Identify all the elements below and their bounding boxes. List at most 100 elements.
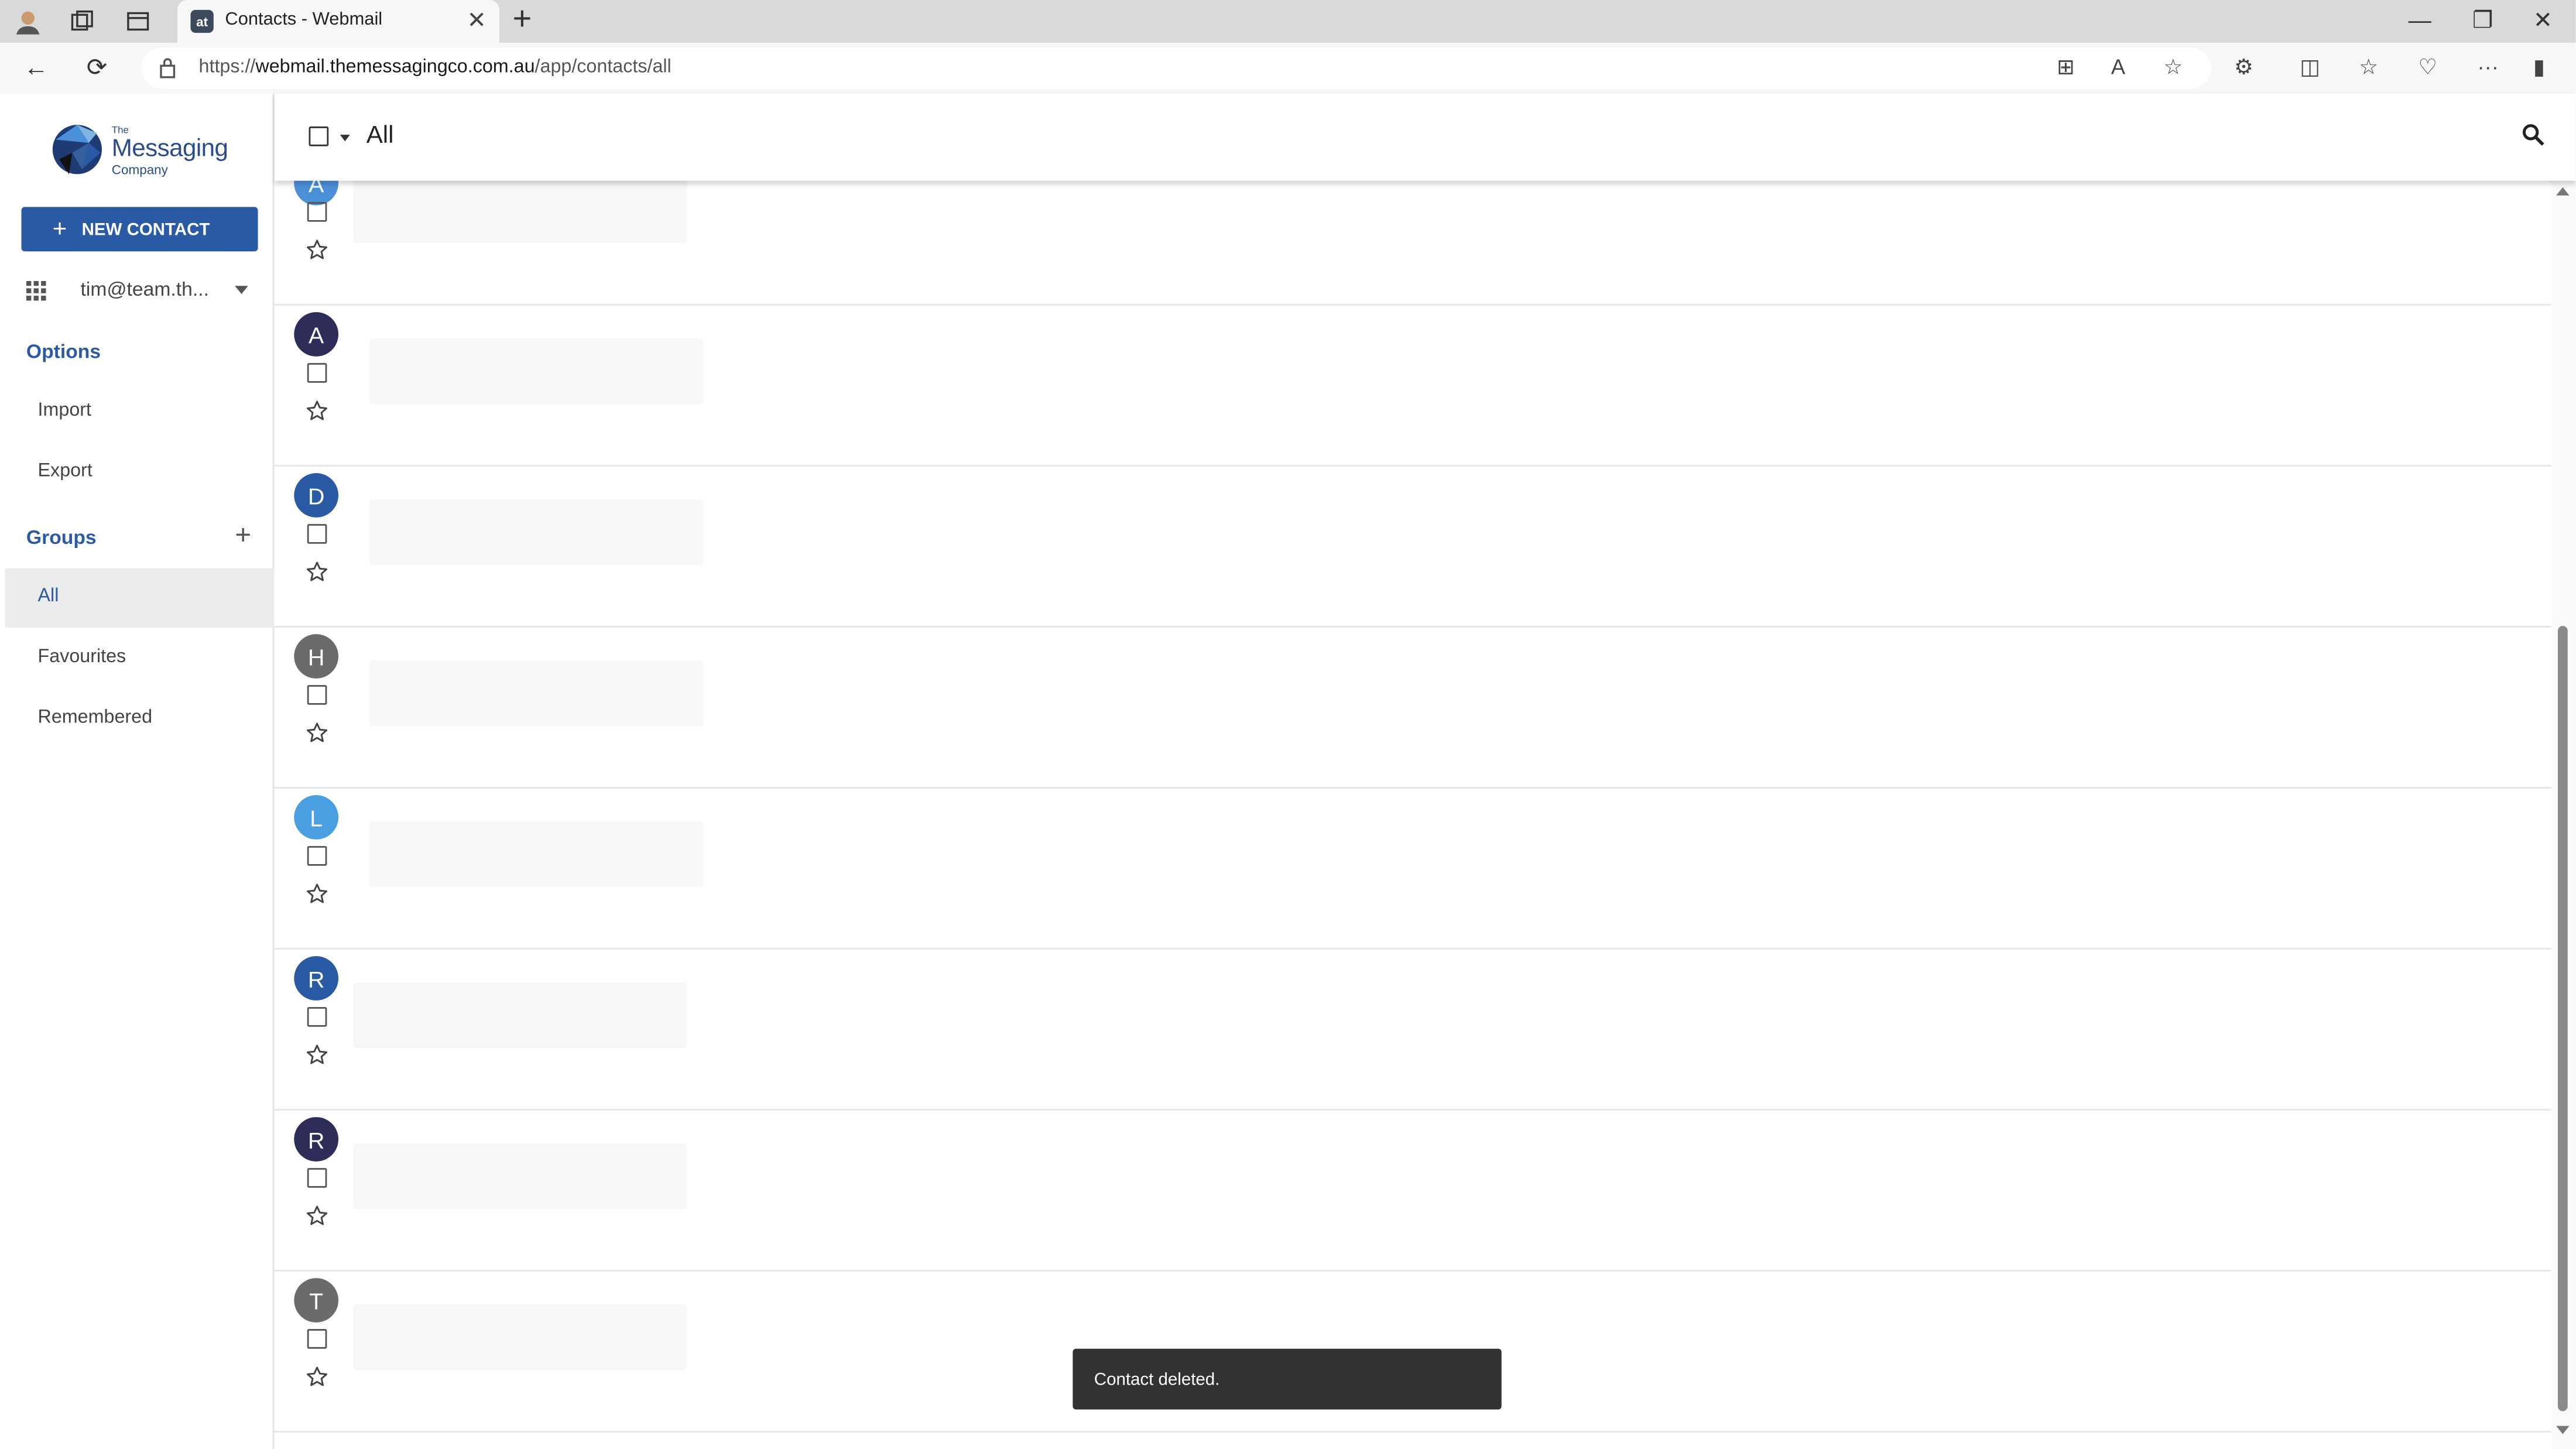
star-icon[interactable] [306, 1043, 328, 1074]
contact-avatar[interactable]: D [294, 473, 339, 518]
contact-checkbox[interactable] [307, 685, 327, 705]
contact-details-placeholder[interactable] [353, 1143, 687, 1210]
sidebar-item-export[interactable]: Export [5, 444, 274, 503]
star-icon[interactable] [306, 882, 328, 913]
favorites-icon[interactable]: ☆ [2359, 54, 2378, 81]
sidebar-item-label: Favourites [37, 647, 126, 667]
sidebar-item-favourites[interactable]: Favourites [5, 629, 274, 688]
browser-navbar: ← ⟳ https://webmail.themessagingco.com.a… [0, 42, 2576, 94]
contact-checkbox[interactable] [307, 363, 327, 383]
add-group-icon[interactable]: + [235, 521, 251, 549]
back-icon[interactable]: ← [21, 53, 51, 83]
new-contact-label: NEW CONTACT [81, 219, 210, 239]
contact-avatar[interactable]: R [294, 956, 339, 1001]
app-available-icon[interactable]: ⊞ [2057, 54, 2075, 81]
contact-checkbox[interactable] [307, 846, 327, 866]
scroll-up-icon[interactable] [2556, 187, 2570, 196]
contact-row[interactable]: A [274, 180, 2551, 306]
contact-avatar[interactable]: R [294, 1117, 339, 1162]
select-menu-chevron-icon[interactable] [340, 135, 350, 142]
tab-close-icon[interactable]: ✕ [467, 8, 487, 31]
star-icon[interactable] [306, 721, 328, 752]
read-aloud-icon[interactable]: A [2111, 54, 2125, 79]
close-window-icon[interactable]: ✕ [2533, 6, 2553, 35]
reload-icon[interactable]: ⟳ [82, 53, 112, 83]
profile-avatar-icon[interactable] [13, 6, 43, 36]
minimize-icon[interactable]: — [2409, 6, 2431, 33]
sidebar: The Messaging Company + NEW CONTACT tim@… [5, 93, 275, 1449]
tab-favicon-icon: at [190, 9, 214, 33]
contact-details-placeholder[interactable] [369, 499, 703, 566]
browser-essentials-icon[interactable]: ♡ [2418, 54, 2437, 81]
sidebar-item-label: Import [37, 400, 91, 421]
contact-checkbox[interactable] [307, 202, 327, 222]
extensions-icon[interactable]: ⚙ [2234, 54, 2253, 81]
contact-avatar[interactable]: T [294, 1278, 339, 1323]
contact-details-placeholder[interactable] [369, 821, 703, 888]
account-switcher[interactable]: tim@team.th... [21, 275, 258, 307]
logo-globe-icon [52, 125, 102, 174]
lock-icon[interactable] [157, 56, 177, 87]
company-logo[interactable]: The Messaging Company [49, 120, 246, 183]
url-scheme: https:// [198, 57, 256, 77]
account-email: tim@team.th... [80, 278, 209, 301]
search-icon[interactable] [2522, 123, 2544, 154]
restore-icon[interactable]: ❐ [2472, 6, 2493, 35]
contact-details-placeholder[interactable] [353, 180, 687, 244]
contact-row[interactable]: R [274, 1111, 2551, 1272]
star-icon[interactable] [306, 399, 328, 430]
scrollbar[interactable] [2551, 180, 2576, 1449]
contact-avatar[interactable]: L [294, 795, 339, 840]
options-heading: Options [26, 340, 101, 364]
star-icon[interactable] [306, 1365, 328, 1396]
contact-details-placeholder[interactable] [369, 660, 703, 727]
contacts-list: AA D H L R R T [274, 180, 2551, 1449]
contact-row[interactable]: H [274, 628, 2551, 789]
chevron-down-icon[interactable] [235, 286, 248, 294]
split-screen-icon[interactable]: ◫ [2300, 54, 2320, 81]
contact-checkbox[interactable] [307, 524, 327, 544]
contact-row[interactable]: L [274, 789, 2551, 950]
url-text[interactable]: https://webmail.themessagingco.com.au/ap… [199, 57, 672, 77]
vertical-tabs-icon[interactable] [123, 6, 153, 36]
address-bar[interactable]: https://webmail.themessagingco.com.au/ap… [141, 47, 2211, 89]
scrollbar-thumb[interactable] [2557, 626, 2568, 1412]
contact-checkbox[interactable] [307, 1329, 327, 1349]
contact-row[interactable]: A [274, 306, 2551, 467]
browser-tab-active[interactable]: at Contacts - Webmail ✕ [177, 0, 500, 43]
contacts-main: All AA D H L R R T [274, 93, 2576, 1449]
contact-row[interactable]: R [274, 950, 2551, 1111]
sidebar-item-all[interactable]: All [5, 568, 275, 628]
sidebar-toggle-icon[interactable]: ▮ [2533, 54, 2545, 81]
sidebar-item-remembered[interactable]: Remembered [5, 690, 274, 749]
contact-details-placeholder[interactable] [369, 338, 703, 405]
logo-text-company: Company [111, 162, 168, 178]
sidebar-item-import[interactable]: Import [5, 383, 274, 442]
star-icon[interactable] [306, 238, 328, 269]
contact-avatar[interactable]: H [294, 634, 339, 679]
url-path: /app/contacts/all [535, 57, 672, 77]
select-all-checkbox[interactable] [309, 126, 329, 146]
contact-details-placeholder[interactable] [353, 982, 687, 1049]
scroll-down-icon[interactable] [2556, 1426, 2570, 1434]
apps-grid-icon[interactable] [26, 279, 46, 309]
star-icon[interactable] [306, 1204, 328, 1235]
page-title: All [366, 121, 394, 150]
contact-checkbox[interactable] [307, 1007, 327, 1027]
sidebar-item-label: All [37, 586, 59, 607]
new-tab-icon[interactable]: + [512, 4, 532, 36]
contact-details-placeholder[interactable] [353, 1304, 687, 1371]
star-icon[interactable] [306, 560, 328, 591]
favorite-star-icon[interactable]: ☆ [2164, 54, 2183, 81]
url-host: webmail.themessagingco.com.au [255, 57, 535, 77]
logo-text-messaging: Messaging [111, 135, 228, 163]
workspaces-icon[interactable] [67, 6, 97, 36]
toast-message: Contact deleted. [1094, 1370, 1220, 1390]
new-contact-button[interactable]: + NEW CONTACT [21, 207, 258, 252]
sidebar-item-label: Remembered [37, 708, 153, 728]
contact-checkbox[interactable] [307, 1168, 327, 1188]
contact-avatar[interactable]: A [294, 312, 339, 357]
contact-row[interactable]: D [274, 467, 2551, 628]
groups-heading: Groups [26, 525, 97, 549]
more-menu-icon[interactable]: ··· [2477, 54, 2498, 79]
